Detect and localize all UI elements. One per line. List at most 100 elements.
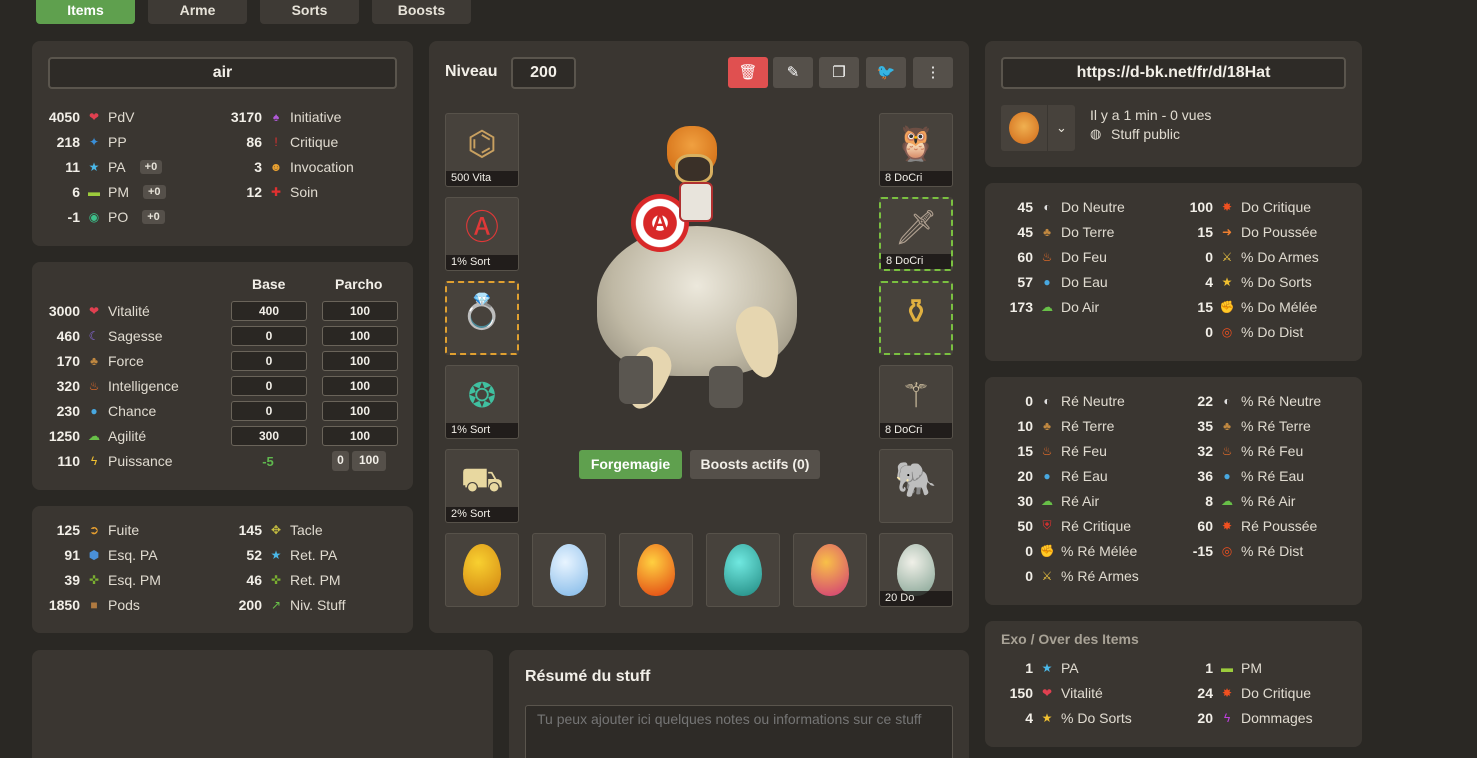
parcho-input[interactable]: 100 <box>322 351 398 371</box>
base-input[interactable]: 300 <box>231 426 307 446</box>
stat-row: 0 ✊ % Ré Mélée <box>1001 538 1137 563</box>
stat-label: Vitalité <box>1061 684 1103 701</box>
equipment-slot[interactable]: ⚚ 8 DoCri <box>879 365 953 439</box>
summary-notes-input[interactable] <box>525 705 953 758</box>
more-button[interactable]: ⋮ <box>913 57 953 88</box>
carac-row: 170 ♣ Force <box>48 348 144 373</box>
stat-row: 100 ✸ Do Critique <box>1181 194 1311 219</box>
more-icon: ⋮ <box>925 64 941 81</box>
tab-arme[interactable]: Arme <box>148 0 247 24</box>
stat-row: 0 ⚔ % Do Armes <box>1181 244 1319 269</box>
equipment-slot[interactable]: 🐘 <box>879 449 953 523</box>
equipment-slot[interactable]: ⛟ 2% Sort <box>445 449 519 523</box>
equipment-slot[interactable]: Ⓐ 1% Sort <box>445 197 519 271</box>
stat-label: Do Critique <box>1241 684 1312 701</box>
boots-icon: ⛟ <box>460 461 504 500</box>
dofus-slot[interactable]: 20 Do <box>879 533 953 607</box>
dofus-slot[interactable] <box>445 533 519 607</box>
base-input[interactable]: 0 <box>231 401 307 421</box>
tab-boosts[interactable]: Boosts <box>372 0 471 24</box>
base-input[interactable]: 400 <box>231 301 307 321</box>
base-input[interactable]: 0 <box>231 376 307 396</box>
author-selector[interactable]: ⌄ <box>1001 105 1075 151</box>
parcho-input[interactable]: 100 <box>322 376 398 396</box>
stat-label: % Do Mélée <box>1241 298 1318 315</box>
equipment-slot[interactable]: ⌬ 500 Vita <box>445 113 519 187</box>
carac-value: 320 <box>56 377 80 394</box>
stat-label: PO <box>108 208 129 225</box>
spell-icon: ★ <box>1041 710 1053 725</box>
parcho-input[interactable]: 100 <box>322 326 398 346</box>
carac-value: 3000 <box>48 302 80 319</box>
stat-row: 218 ✦ PP <box>48 129 127 154</box>
stat-row: 15 ✊ % Do Mélée <box>1181 294 1317 319</box>
equipment-slot[interactable]: ❂ 1% Sort <box>445 365 519 439</box>
puissance-parcho-a[interactable]: 0 <box>332 451 349 471</box>
stat-value: 45 <box>1017 198 1033 215</box>
edit-button[interactable]: ✎ <box>773 57 813 88</box>
base-input[interactable]: 0 <box>231 351 307 371</box>
stat-bonus-pill[interactable]: +0 <box>139 159 163 174</box>
summary-title: Résumé du stuff <box>525 668 651 685</box>
boosts-actifs-button[interactable]: Boosts actifs (0) <box>690 450 820 479</box>
exo-title: Exo / Over des Items <box>1001 631 1139 647</box>
delete-button[interactable]: 🗑 <box>728 57 768 88</box>
earth-icon: ♣ <box>1043 418 1051 433</box>
copy-button[interactable]: ❐ <box>819 57 859 88</box>
stat-label: PdV <box>108 108 135 125</box>
stat-value: 150 <box>1009 684 1033 701</box>
stat-label: Invocation <box>290 158 354 175</box>
equipment-slot[interactable]: 🦉 8 DoCri <box>879 113 953 187</box>
stat-row: 0 ⚔ % Ré Armes <box>1001 563 1139 588</box>
stat-row: 52 ★ Ret. PA <box>230 542 337 567</box>
ring-icon: 💍 <box>460 293 504 332</box>
tab-items[interactable]: Items <box>36 0 135 24</box>
stat-label: Ret. PA <box>290 546 338 563</box>
parcho-input[interactable]: 100 <box>322 426 398 446</box>
dofus-slot[interactable] <box>619 533 693 607</box>
stat-value: 30 <box>1017 492 1033 509</box>
equipment-slot[interactable]: 🗡 8 DoCri <box>879 197 953 271</box>
slot-caption: 20 Do <box>880 591 952 606</box>
slot-caption: 8 DoCri <box>880 171 952 186</box>
tacle-icon: ✥ <box>270 522 282 537</box>
push-res-icon: ✸ <box>1221 518 1233 533</box>
stat-label: PA <box>108 158 126 175</box>
stat-bonus-pill[interactable]: +0 <box>143 184 166 199</box>
water-icon: ● <box>1223 468 1231 483</box>
parcho-input[interactable]: 100 <box>322 301 398 321</box>
stat-row: 4 ★ % Do Sorts <box>1001 705 1132 730</box>
stat-bonus-pill[interactable]: +0 <box>142 209 165 224</box>
stat-label: Esq. PA <box>108 546 158 563</box>
stat-label: % Ré Dist <box>1241 542 1304 559</box>
build-name-input[interactable]: air <box>48 57 397 89</box>
boot-icon: ▬ <box>88 184 100 199</box>
equipment-slot[interactable]: ⚱ <box>879 281 953 355</box>
dofus-slot[interactable] <box>532 533 606 607</box>
heart-icon: ❤ <box>1041 685 1053 700</box>
stat-label: Dommages <box>1241 709 1313 726</box>
level-input[interactable]: 200 <box>511 57 576 89</box>
equipment-panel: Niveau 200 🗑 ✎ ❐ 🐦 ⋮ ⌬ 500 Vita Ⓐ 1% Sort 💍 ❂… <box>429 41 969 633</box>
tab-sorts[interactable]: Sorts <box>260 0 359 24</box>
puissance-parcho-b[interactable]: 100 <box>352 451 386 471</box>
stat-value: 173 <box>1009 298 1033 315</box>
twitter-button[interactable]: 🐦 <box>866 57 906 88</box>
base-input[interactable]: 0 <box>231 326 307 346</box>
carac-label: Chance <box>108 402 157 419</box>
dofus-slot[interactable] <box>706 533 780 607</box>
share-url-input[interactable]: https://d-bk.net/fr/d/18Hat <box>1001 57 1346 89</box>
pet-icon: 🐘 <box>894 461 938 500</box>
dofus-slot[interactable] <box>793 533 867 607</box>
stat-value: 11 <box>65 158 80 175</box>
equipment-slot[interactable]: 💍 <box>445 281 519 355</box>
initiative-icon: ♠ <box>272 109 280 124</box>
stat-value: 32 <box>1197 442 1213 459</box>
stat-row: 57 ● Do Eau <box>1001 269 1107 294</box>
parcho-input[interactable]: 100 <box>322 401 398 421</box>
fire-icon: ♨ <box>1221 443 1233 458</box>
stat-label: % Ré Armes <box>1061 567 1139 584</box>
stat-label: Do Critique <box>1241 198 1312 215</box>
forgemagie-button[interactable]: Forgemagie <box>579 450 682 479</box>
stat-value: -1 <box>67 208 80 225</box>
